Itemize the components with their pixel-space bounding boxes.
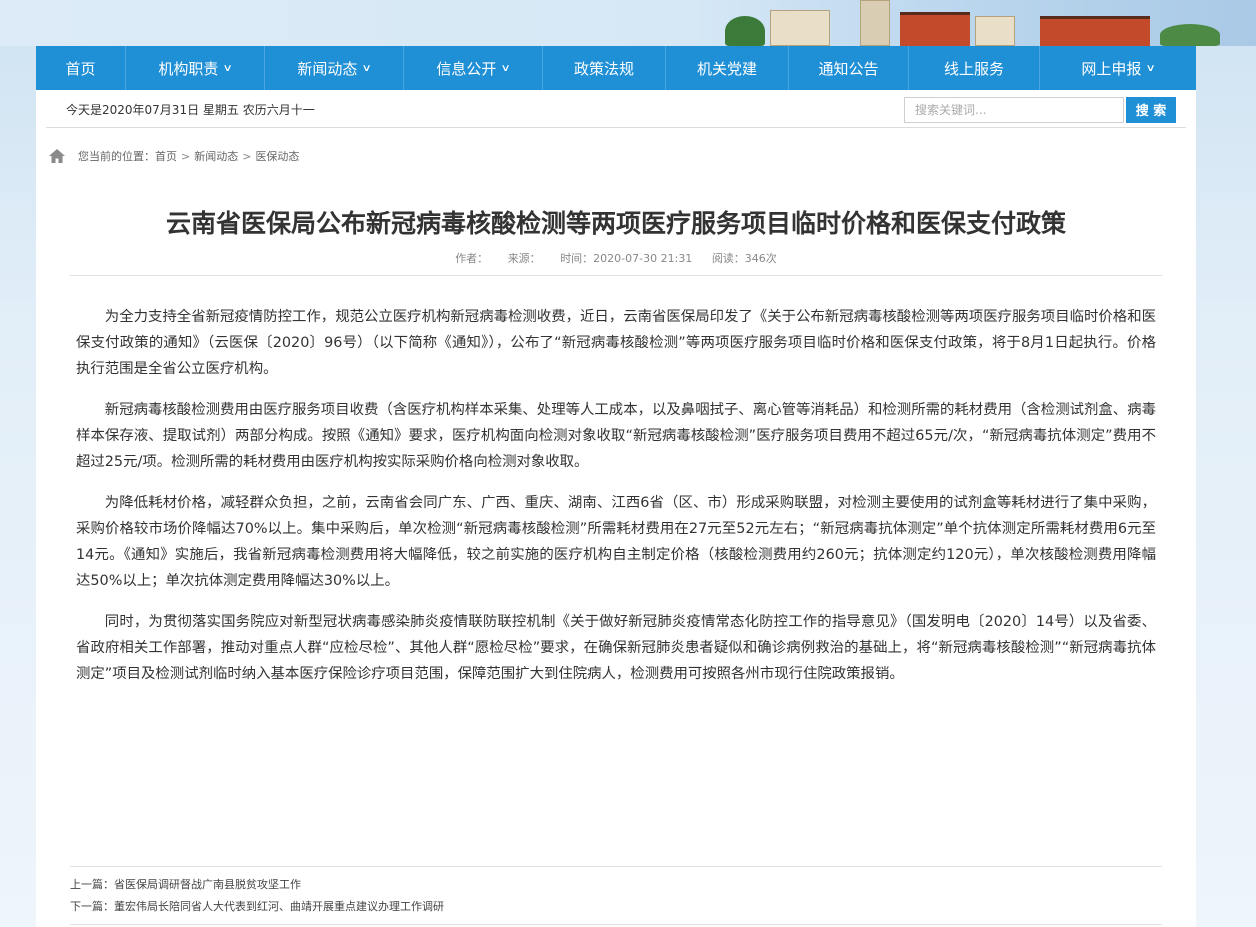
divider xyxy=(70,924,1162,925)
banner-building-decoration xyxy=(770,10,830,46)
article-paragraph: 同时，为贯彻落实国务院应对新型冠状病毒感染肺炎疫情联防联控机制《关于做好新冠肺炎… xyxy=(76,614,1156,682)
banner-tower-decoration xyxy=(860,0,890,46)
article-read-count: 阅读：346次 xyxy=(711,252,777,265)
chevron-down-icon: ∨ xyxy=(1145,62,1157,74)
breadcrumb-item-home[interactable]: 首页 xyxy=(155,148,177,164)
prev-article-link[interactable]: 上一篇：省医保局调研督战广南县脱贫攻坚工作 xyxy=(70,878,301,891)
banner-gate-roof-decoration xyxy=(900,12,970,46)
nav-item-online-declaration[interactable]: 网上申报 ∨ xyxy=(1040,46,1196,90)
nav-item-label: 首页 xyxy=(65,59,96,78)
prev-next-links: 上一篇：省医保局调研督战广南县脱贫攻坚工作 下一篇：董宏伟局长陪同省人大代表到红… xyxy=(70,874,444,918)
divider xyxy=(70,866,1162,867)
home-icon xyxy=(49,149,65,163)
nav-item-online-services[interactable]: 线上服务 xyxy=(909,46,1040,90)
article-time: 时间：2020-07-30 21:31 xyxy=(560,252,693,265)
article-paragraph: 新冠病毒核酸检测费用由医疗服务项目收费（含医疗机构样本采集、处理等人工成本，以及… xyxy=(76,402,1156,470)
search-input[interactable] xyxy=(904,96,1124,123)
nav-item-news[interactable]: 新闻动态 ∨ xyxy=(265,46,404,90)
banner-building-decoration xyxy=(975,16,1015,46)
chevron-down-icon: ∨ xyxy=(222,62,234,74)
article-source: 来源： xyxy=(507,252,541,265)
next-article-link[interactable]: 下一篇：董宏伟局长陪同省人大代表到红河、曲靖开展重点建议办理工作调研 xyxy=(70,900,444,913)
breadcrumb-prefix: 您当前的位置： xyxy=(78,150,155,163)
header-banner xyxy=(0,0,1256,46)
nav-item-institution-duties[interactable]: 机构职责 ∨ xyxy=(126,46,265,90)
nav-item-party-building[interactable]: 机关党建 xyxy=(666,46,789,90)
nav-item-label: 政策法规 xyxy=(573,59,634,78)
nav-item-home[interactable]: 首页 xyxy=(36,46,126,90)
nav-item-policies[interactable]: 政策法规 xyxy=(543,46,666,90)
divider xyxy=(70,275,1162,276)
chevron-down-icon: ∨ xyxy=(500,62,512,74)
main-nav: 首页 机构职责 ∨ 新闻动态 ∨ 信息公开 ∨ 政策法规 机关党建 通知公告 线… xyxy=(36,46,1196,90)
current-date-text: 今天是2020年07月31日 星期五 农历六月十一 xyxy=(66,103,315,117)
breadcrumb-separator: > xyxy=(242,149,252,163)
banner-pagoda-roof-decoration xyxy=(1040,16,1150,46)
info-bar: 今天是2020年07月31日 星期五 农历六月十一 搜 索 xyxy=(46,92,1186,128)
article-author: 作者： xyxy=(455,252,489,265)
nav-item-label: 新闻动态 xyxy=(297,59,358,78)
nav-item-notices[interactable]: 通知公告 xyxy=(789,46,909,90)
chevron-down-icon: ∨ xyxy=(361,62,373,74)
nav-item-label: 信息公开 xyxy=(436,59,497,78)
breadcrumb-separator: > xyxy=(181,149,191,163)
article-paragraph: 为降低耗材价格，减轻群众负担，之前，云南省会同广东、广西、重庆、湖南、江西6省（… xyxy=(76,495,1156,589)
article-paragraph: 为全力支持全省新冠疫情防控工作，规范公立医疗机构新冠病毒检测收费，近日，云南省医… xyxy=(76,309,1156,377)
nav-item-label: 机构职责 xyxy=(158,59,219,78)
content-container: 今天是2020年07月31日 星期五 农历六月十一 搜 索 您当前的位置： 首页… xyxy=(36,90,1196,927)
nav-item-info-disclosure[interactable]: 信息公开 ∨ xyxy=(404,46,543,90)
article-body: 为全力支持全省新冠疫情防控工作，规范公立医疗机构新冠病毒检测收费，近日，云南省医… xyxy=(76,304,1156,702)
nav-item-label: 机关党建 xyxy=(696,59,757,78)
article-title: 云南省医保局公布新冠病毒核酸检测等两项医疗服务项目临时价格和医保支付政策 xyxy=(165,209,1066,238)
banner-tree-decoration xyxy=(725,16,765,46)
search-button[interactable]: 搜 索 xyxy=(1126,96,1176,123)
nav-item-label: 网上申报 xyxy=(1081,59,1142,78)
banner-tree-decoration xyxy=(1160,24,1220,46)
breadcrumb-item-medical-insurance-news[interactable]: 医保动态 xyxy=(255,148,299,164)
article-meta: 作者： 来源： 时间：2020-07-30 21:31 阅读：346次 xyxy=(36,250,1196,266)
breadcrumb-item-news[interactable]: 新闻动态 xyxy=(194,148,238,164)
breadcrumb: 您当前的位置： 首页 > 新闻动态 > 医保动态 xyxy=(48,146,299,166)
nav-item-label: 通知公告 xyxy=(818,59,879,78)
nav-item-label: 线上服务 xyxy=(943,59,1004,78)
search-box: 搜 索 xyxy=(904,96,1176,123)
